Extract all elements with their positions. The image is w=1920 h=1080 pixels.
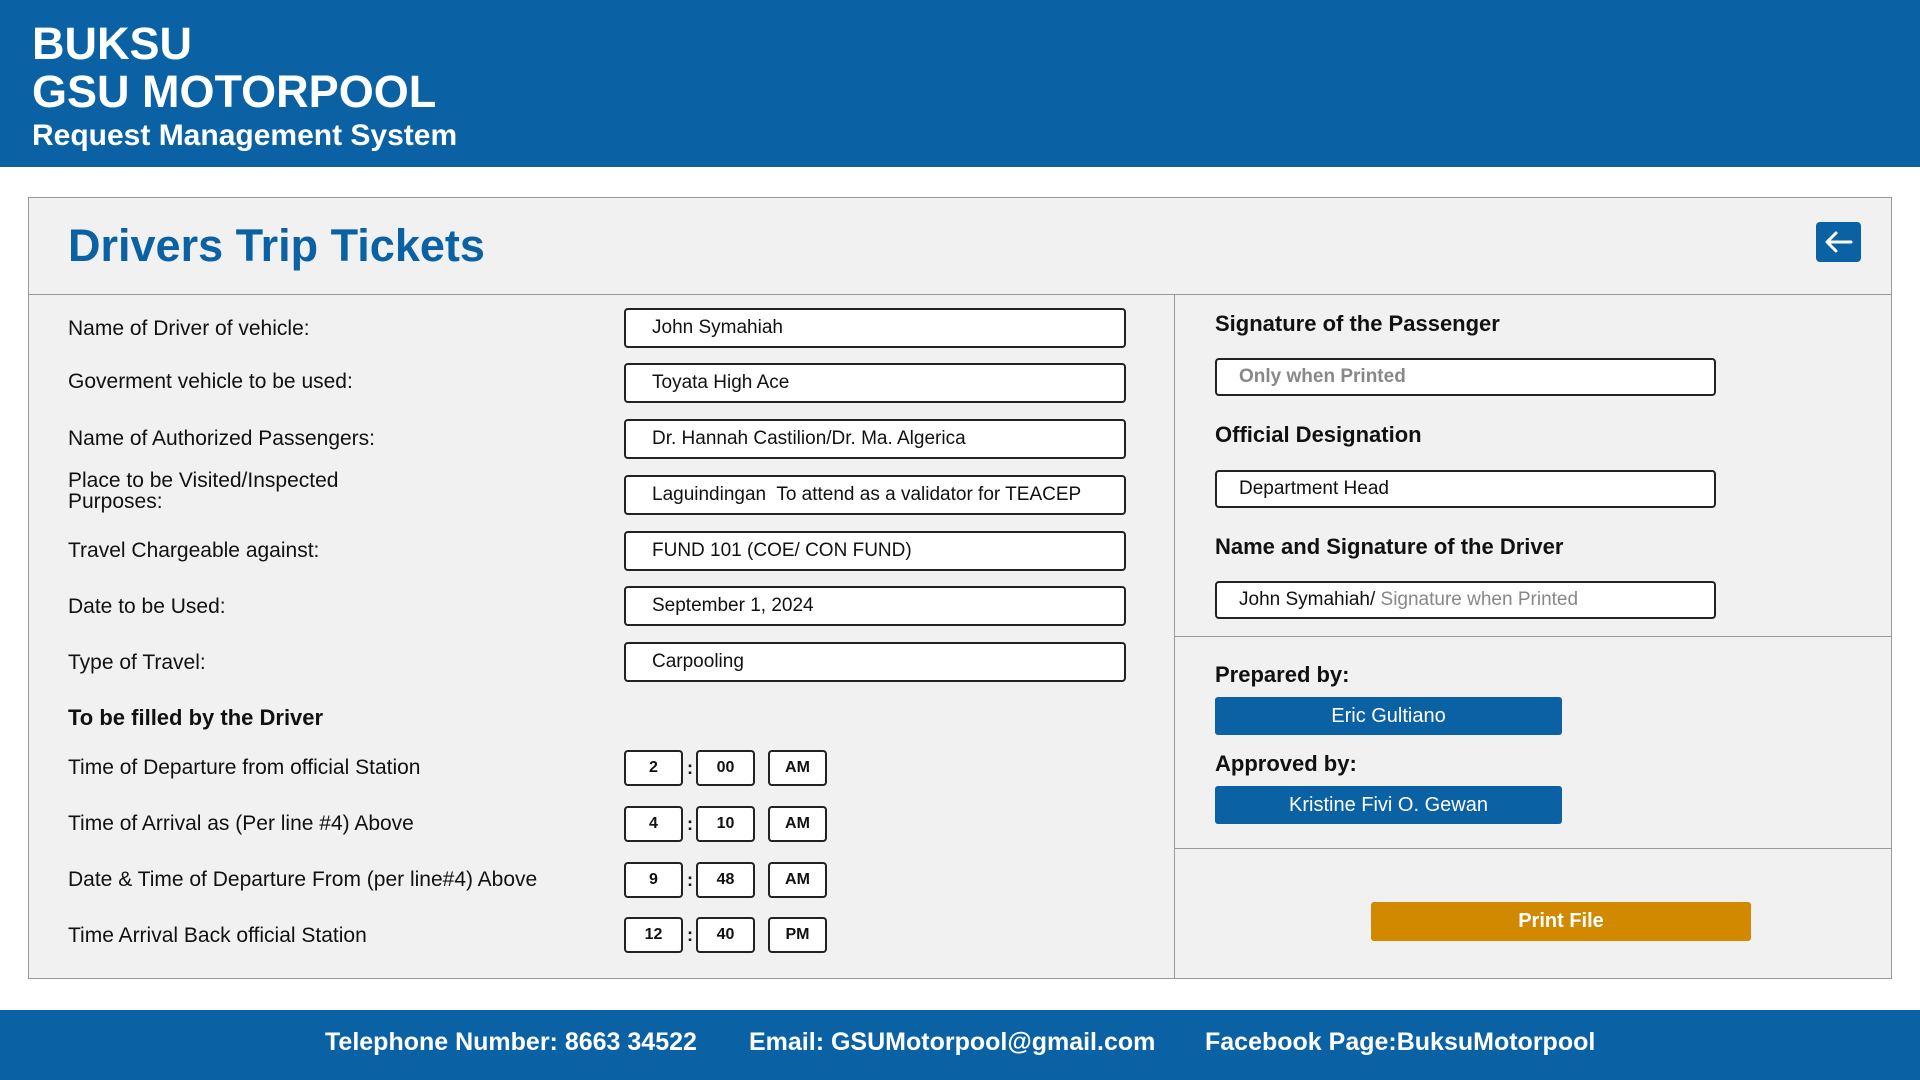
prepared-by-label: Prepared by: (1215, 662, 1350, 687)
passenger-signature-field[interactable]: Only when Printed (1215, 358, 1716, 396)
arrival-ampm-select[interactable]: AM (768, 806, 827, 842)
telephone-text: Telephone Number: 8663 34522 (325, 1028, 697, 1056)
arrival-back-minute-field[interactable]: 40 (696, 917, 755, 953)
arrival-back-label: Time Arrival Back official Station (68, 924, 367, 947)
driver-signature-name: John Symahiah/ (1239, 589, 1381, 610)
date-used-label: Date to be Used: (68, 595, 226, 618)
arrival-hour-field[interactable]: 4 (624, 806, 683, 842)
back-button[interactable] (1816, 222, 1861, 262)
designation-field[interactable]: Department Head (1215, 470, 1716, 508)
chargeable-label: Travel Chargeable against: (68, 539, 320, 562)
org-name: BUKSU (32, 18, 193, 69)
return-departure-label: Date & Time of Departure From (per line#… (68, 868, 538, 891)
driver-name-field[interactable]: John Symahiah (624, 308, 1126, 348)
facebook-text: Facebook Page:BuksuMotorpool (1205, 1028, 1596, 1056)
app-name: GSU MOTORPOOL (32, 66, 437, 117)
departure-hour-field[interactable]: 2 (624, 750, 683, 786)
driver-signature-label: Name and Signature of the Driver (1215, 534, 1564, 559)
passengers-label: Name of Authorized Passengers: (68, 427, 376, 450)
arrival-minute-field[interactable]: 10 (696, 806, 755, 842)
email-text: Email: GSUMotorpool@gmail.com (749, 1028, 1156, 1056)
date-used-field[interactable]: September 1, 2024 (624, 586, 1126, 626)
driver-signature-field[interactable]: John Symahiah/ Signature when Printed (1215, 581, 1716, 619)
travel-type-label: Type of Travel: (68, 651, 206, 674)
arrival-time-label: Time of Arrival as (Per line #4) Above (68, 812, 414, 835)
driver-section-heading: To be filled by the Driver (68, 705, 324, 730)
panel-header: Drivers Trip Tickets (29, 198, 1891, 295)
arrival-back-ampm-select[interactable]: PM (768, 917, 827, 953)
time-separator: : (687, 758, 693, 778)
section-divider (1175, 636, 1892, 637)
chargeable-field[interactable]: FUND 101 (COE/ CON FUND) (624, 531, 1126, 571)
place-purpose-field[interactable]: Laguindingan To attend as a validator fo… (624, 475, 1126, 515)
place-purpose-label: Place to be Visited/Inspected Purposes: (68, 469, 339, 513)
passengers-field[interactable]: Dr. Hannah Castilion/Dr. Ma. Algerica (624, 419, 1126, 459)
approved-by-badge: Kristine Fivi O. Gewan (1215, 786, 1562, 824)
driver-name-label: Name of Driver of vehicle: (68, 317, 310, 340)
trip-ticket-panel: Drivers Trip Tickets Name of Driver of v… (28, 197, 1892, 979)
signature-panel: Signature of the Passenger Only when Pri… (1175, 295, 1892, 979)
time-separator: : (687, 870, 693, 890)
travel-type-field[interactable]: Carpooling (624, 642, 1126, 682)
return-departure-hour-field[interactable]: 9 (624, 862, 683, 898)
vehicle-field[interactable]: Toyata High Ace (624, 363, 1126, 403)
vehicle-label: Goverment vehicle to be used: (68, 370, 353, 393)
time-separator: : (687, 814, 693, 834)
time-separator: : (687, 925, 693, 945)
app-subtitle: Request Management System (32, 119, 458, 152)
departure-time-label: Time of Departure from official Station (68, 756, 421, 779)
page-title: Drivers Trip Tickets (68, 220, 485, 271)
passenger-signature-label: Signature of the Passenger (1215, 311, 1500, 336)
trip-details-form: Name of Driver of vehicle: John Symahiah… (29, 295, 1175, 979)
section-divider (1175, 848, 1892, 849)
arrival-back-hour-field[interactable]: 12 (624, 917, 683, 953)
return-departure-minute-field[interactable]: 48 (696, 862, 755, 898)
prepared-by-badge: Eric Gultiano (1215, 697, 1562, 735)
app-footer: Telephone Number: 8663 34522 Email: GSUM… (0, 1010, 1920, 1080)
departure-ampm-select[interactable]: AM (768, 750, 827, 786)
arrow-left-icon (1825, 231, 1853, 253)
return-departure-ampm-select[interactable]: AM (768, 862, 827, 898)
app-header: BUKSU GSU MOTORPOOL Request Management S… (0, 0, 1920, 167)
passenger-signature-placeholder: Only when Printed (1239, 366, 1406, 387)
driver-signature-placeholder: Signature when Printed (1380, 589, 1579, 610)
designation-label: Official Designation (1215, 422, 1422, 447)
approved-by-label: Approved by: (1215, 751, 1357, 776)
print-file-button[interactable]: Print File (1371, 902, 1751, 941)
departure-minute-field[interactable]: 00 (696, 750, 755, 786)
